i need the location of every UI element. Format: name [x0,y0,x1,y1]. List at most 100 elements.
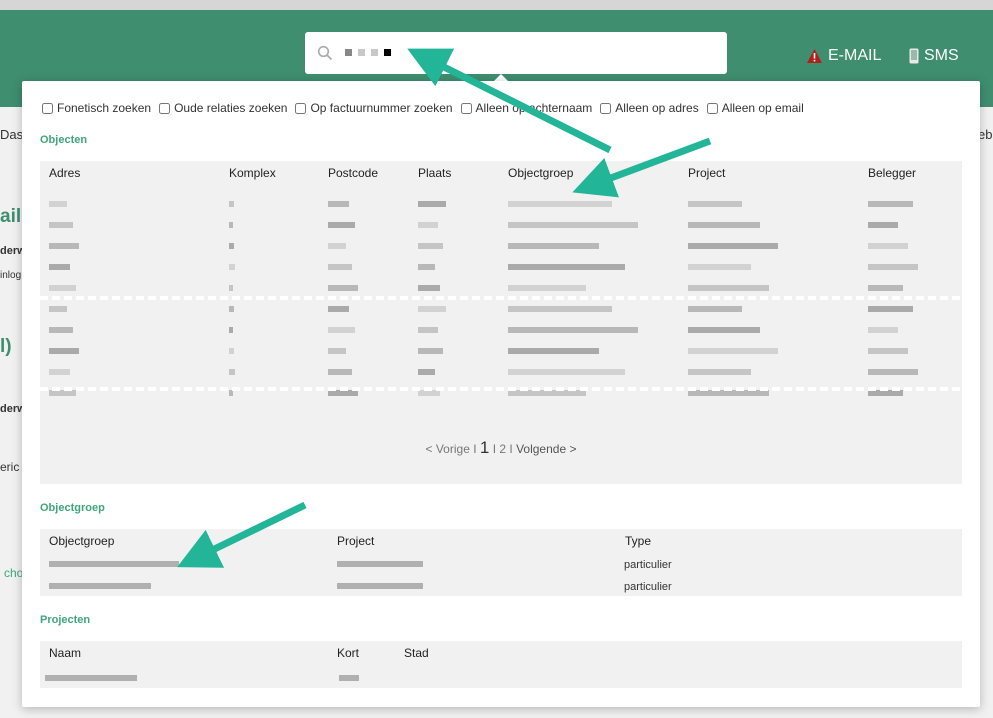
sms-link[interactable]: SMS [909,47,959,65]
type-cell: particulier [624,559,672,571]
option-label: Alleen op email [721,101,804,115]
table-row[interactable] [40,365,962,379]
redacted-cell [418,243,443,249]
table-row[interactable] [40,260,962,274]
redacted-cell [688,327,760,333]
redacted-cell [688,264,751,270]
bg-link-cho[interactable]: cho [4,566,23,580]
section-title-objecten: Objecten [40,134,88,146]
option-label: Op factuurnummer zoeken [310,101,453,115]
pagination: < Vorige I 1 I 2 I Volgende > [40,438,962,458]
table-row[interactable] [40,218,962,232]
col-header-type: Type [625,534,652,548]
redacted-cell [868,264,918,270]
redacted-cell[interactable] [49,558,179,570]
redacted-cell [418,264,435,270]
global-search-input[interactable] [305,32,727,74]
option-achternaam[interactable]: Alleen op achternaam [460,101,593,115]
search-query-redacted [345,49,391,57]
redacted-cell [229,285,233,291]
redacted-cell [868,222,898,228]
bg-nav-ebr: ebr [978,127,993,142]
redacted-cell [229,222,233,228]
redacted-cell [229,264,235,270]
redacted-cell[interactable] [45,672,137,684]
sms-label: SMS [924,47,959,64]
redacted-cell [229,243,234,249]
redacted-cell [868,327,898,333]
redacted-cell [418,285,440,291]
redacted-cell [229,201,234,207]
table-row[interactable] [40,197,962,211]
redacted-cell [328,264,352,270]
col-header-project: Project [337,534,375,548]
pager-page-2[interactable]: I 2 I [493,442,513,456]
redacted-cell [229,348,234,354]
option-factuurnummer-checkbox[interactable] [295,102,307,114]
redacted-cell [508,369,625,375]
option-factuurnummer[interactable]: Op factuurnummer zoeken [295,101,453,115]
table-row[interactable] [40,323,962,337]
bg-heading-ail: ail [0,206,22,227]
redacted-cell [508,243,599,249]
redacted-cell [328,243,346,249]
option-fonetisch[interactable]: Fonetisch zoeken [42,101,151,115]
redacted-cell [328,222,355,228]
pager-prev[interactable]: < Vorige [426,442,470,456]
type-cell: particulier [624,581,672,593]
redacted-cell [508,306,612,312]
option-oude-relaties[interactable]: Oude relaties zoeken [159,101,287,115]
redacted-cell [508,222,638,228]
col-header-stad: Stad [404,646,429,660]
option-label: Fonetisch zoeken [57,101,152,115]
warning-icon [807,49,822,63]
search-icon [317,45,333,61]
option-email-checkbox[interactable] [706,102,718,114]
redacted-cell [49,201,67,207]
objecten-table: Adres Komplex Postcode Plaats Objectgroe… [40,161,962,484]
redacted-cell[interactable] [49,580,151,592]
table-row[interactable] [40,239,962,253]
option-adres[interactable]: Alleen op adres [600,101,699,115]
redacted-cell [418,222,438,228]
redacted-cell [868,201,913,207]
email-alert-link[interactable]: E-MAIL [806,47,881,65]
table-row[interactable] [40,302,962,316]
col-header-belegger: Belegger [868,166,917,180]
redacted-cell [688,285,769,291]
redacted-cell [339,672,359,684]
redacted-cell [49,285,76,291]
pager-next[interactable]: Volgende > [516,442,576,456]
redacted-cell [418,327,438,333]
redacted-cell [868,243,908,249]
option-label: Oude relaties zoeken [174,101,288,115]
redacted-cell [418,369,435,375]
redacted-cell [418,201,446,207]
option-adres-checkbox[interactable] [600,102,612,114]
search-options: Fonetisch zoeken Oude relaties zoeken Op… [42,101,804,115]
option-fonetisch-checkbox[interactable] [42,102,53,114]
redacted-cell [508,285,586,291]
redacted-cell [508,327,638,333]
table-row[interactable] [40,344,962,358]
redacted-cell [49,264,70,270]
redaction-stripe [40,387,962,391]
redacted-cell [688,243,778,249]
redacted-cell [49,243,79,249]
redacted-cell [688,369,751,375]
search-results-panel: Fonetisch zoeken Oude relaties zoeken Op… [22,81,980,707]
option-email[interactable]: Alleen op email [706,101,804,115]
browser-top-strip [0,0,993,10]
option-oude-relaties-checkbox[interactable] [159,102,171,114]
option-label: Alleen op achternaam [475,101,593,115]
redacted-cell [328,369,352,375]
table-row[interactable] [40,281,962,295]
option-achternaam-checkbox[interactable] [460,102,472,114]
redacted-cell [868,285,903,291]
redacted-cell [49,369,70,375]
pager-separator: I [473,442,477,456]
redaction-stripe [40,296,962,300]
redacted-cell [418,306,446,312]
col-header-komplex: Komplex [229,166,276,180]
redacted-cell [328,201,349,207]
